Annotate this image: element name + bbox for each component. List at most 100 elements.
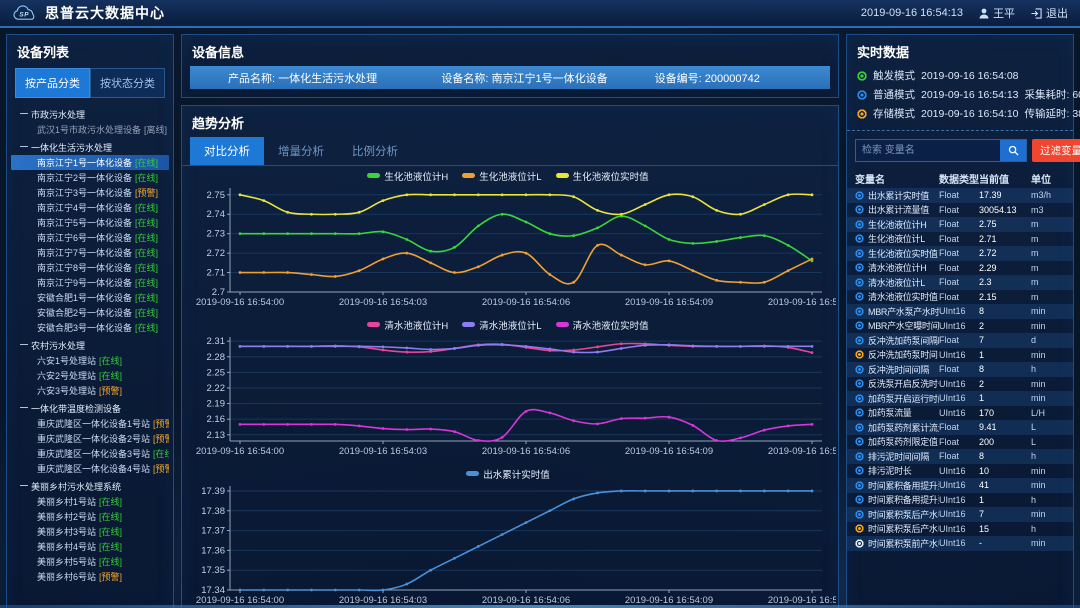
device-item[interactable]: 美丽乡村4号站[在线] (11, 539, 169, 554)
table-row[interactable]: 出水累计流量值Float30054.13m3 (847, 203, 1073, 218)
row-status-icon (855, 350, 864, 359)
table-row[interactable]: 清水池液位计HFloat2.29m (847, 261, 1073, 276)
device-item[interactable]: 重庆武隆区一体化设备2号站[预警] (11, 431, 169, 446)
collapse-icon[interactable] (20, 109, 26, 120)
variable-value-cell: 1 (979, 350, 1031, 360)
device-item[interactable]: 六安2号处理站[在线] (11, 368, 169, 383)
svg-text:2019-09-16 16:54:06: 2019-09-16 16:54:06 (482, 446, 570, 457)
device-item[interactable]: 南京江宁7号一体化设备[在线] (11, 245, 169, 260)
table-row[interactable]: 时间累积备用提升泵时UInt161h (847, 493, 1073, 508)
table-row[interactable]: 排污泥时长UInt1610min (847, 464, 1073, 479)
legend-label: 出水累计实时值 (483, 467, 550, 481)
device-item[interactable]: 南京江宁6号一体化设备[在线] (11, 230, 169, 245)
filter-variables-button[interactable]: 过滤变量 (1032, 139, 1080, 162)
legend-item[interactable]: 出水累计实时值 (466, 467, 550, 481)
table-row[interactable]: MBR产水空曝时间分UInt162min (847, 319, 1073, 334)
column-header-2: 数据类型 (939, 171, 979, 186)
device-item[interactable]: 美丽乡村6号站[预警] (11, 569, 169, 584)
table-row[interactable]: 出水累计实时值Float17.39m3/h (847, 188, 1073, 203)
device-item[interactable]: 美丽乡村3号站[在线] (11, 524, 169, 539)
variable-type-cell: UInt16 (939, 379, 979, 389)
device-item[interactable]: 南京江宁9号一体化设备[在线] (11, 275, 169, 290)
device-item-label: 六安3号处理站 (37, 384, 96, 397)
logout-button[interactable]: 退出 (1031, 5, 1068, 21)
collapse-icon[interactable] (20, 142, 26, 153)
trend-tab-3[interactable]: 比例分析 (338, 137, 412, 165)
device-item[interactable]: 南京江宁4号一体化设备[在线] (11, 200, 169, 215)
device-item[interactable]: 美丽乡村1号站[在线] (11, 494, 169, 509)
table-row[interactable]: 生化池液位计HFloat2.75m (847, 217, 1073, 232)
sidebar-tabs: 按产品分类按状态分类 (15, 68, 165, 98)
table-row[interactable]: 生化池液位计LFloat2.71m (847, 232, 1073, 247)
trend-panel: 趋势分析 对比分析增量分析比例分析 生化池液位计H生化池液位计L生化池液位实时值… (181, 105, 839, 608)
device-item[interactable]: 六安3号处理站[预警] (11, 383, 169, 398)
device-item[interactable]: 南京江宁5号一体化设备[在线] (11, 215, 169, 230)
table-row[interactable]: 时间累积备用提升泵分UInt1641min (847, 478, 1073, 493)
device-item[interactable]: 南京江宁1号一体化设备[在线] (11, 155, 169, 170)
mode-label: 存储模式 (873, 106, 915, 121)
table-row[interactable]: 排污泥时间间隔Float8h (847, 449, 1073, 464)
legend-dot-icon (367, 322, 380, 327)
svg-text:17.39: 17.39 (201, 486, 225, 497)
device-item[interactable]: 南京江宁3号一体化设备[预警] (11, 185, 169, 200)
table-row[interactable]: MBR产水泵产水时间分UInt168min (847, 304, 1073, 319)
table-row[interactable]: 反冲洗时间间隔Float8h (847, 362, 1073, 377)
mode-time: 2019-09-16 16:54:08 (921, 70, 1019, 82)
legend-label: 清水池液位计L (479, 318, 541, 332)
table-row[interactable]: 反冲洗加药泵间隔时间Float7d (847, 333, 1073, 348)
device-item[interactable]: 安徽合肥2号一体化设备[在线] (11, 305, 169, 320)
search-button[interactable] (1000, 140, 1026, 161)
device-item[interactable]: 武汉1号市政污水处理设备[离线] (11, 122, 169, 137)
variable-unit-cell: m (1031, 234, 1065, 244)
device-item[interactable]: 重庆武隆区一体化设备3号站[在线] (11, 446, 169, 461)
collapse-icon[interactable] (20, 403, 26, 414)
table-row[interactable]: 生化池液位实时值Float2.72m (847, 246, 1073, 261)
table-row[interactable]: 加药泵药剂累计流量Float9.41L (847, 420, 1073, 435)
device-item[interactable]: 六安1号处理站[在线] (11, 353, 169, 368)
tree-group-header[interactable]: 美丽乡村污水处理系统 (11, 478, 169, 494)
table-row[interactable]: 清水池液位实时值Float2.15m (847, 290, 1073, 305)
legend-item[interactable]: 生化池液位计L (462, 169, 541, 183)
collapse-icon[interactable] (20, 481, 26, 492)
legend-item[interactable]: 清水池液位实时值 (556, 318, 649, 332)
device-item[interactable]: 安徽合肥1号一体化设备[在线] (11, 290, 169, 305)
variable-name-cell: 排污泥时间间隔 (855, 450, 939, 463)
device-item[interactable]: 美丽乡村2号站[在线] (11, 509, 169, 524)
legend-item[interactable]: 生化池液位实时值 (556, 169, 649, 183)
sidebar-tab-2[interactable]: 按状态分类 (90, 68, 165, 98)
trend-tab-1[interactable]: 对比分析 (190, 137, 264, 165)
device-item[interactable]: 南京江宁2号一体化设备[在线] (11, 170, 169, 185)
mode-label: 普通模式 (873, 87, 915, 102)
user-menu[interactable]: 王平 (979, 5, 1015, 21)
tree-group-header[interactable]: 一体化生活污水处理 (11, 139, 169, 155)
table-row[interactable]: 时间累积泵后产水电动阀时UInt1615h (847, 522, 1073, 537)
trend-tab-2[interactable]: 增量分析 (264, 137, 338, 165)
table-row[interactable]: 反冲洗加药泵时间UInt161min (847, 348, 1073, 363)
collapse-icon[interactable] (20, 340, 26, 351)
tree-group-header[interactable]: 一体化带温度检测设备 (11, 400, 169, 416)
table-row[interactable]: 清水池液位计LFloat2.3m (847, 275, 1073, 290)
device-item[interactable]: 安徽合肥3号一体化设备[在线] (11, 320, 169, 335)
legend-item[interactable]: 生化池液位计H (367, 169, 448, 183)
device-status-badge: [在线] (99, 495, 122, 508)
device-list-panel: 设备列表 按产品分类按状态分类 市政污水处理武汉1号市政污水处理设备[离线]一体… (6, 34, 174, 608)
variable-name-cell: 加药泵流量 (855, 406, 939, 419)
device-item[interactable]: 南京江宁8号一体化设备[在线] (11, 260, 169, 275)
table-row[interactable]: 时间累积泵后产水电动阀分UInt167min (847, 507, 1073, 522)
table-row[interactable]: 加药泵流量UInt16170L/H (847, 406, 1073, 421)
device-item[interactable]: 重庆武隆区一体化设备1号站[预警] (11, 416, 169, 431)
tree-group-label: 美丽乡村污水处理系统 (31, 480, 121, 493)
row-status-icon (855, 234, 864, 243)
tree-group-header[interactable]: 市政污水处理 (11, 106, 169, 122)
legend-item[interactable]: 清水池液位计L (462, 318, 541, 332)
legend-item[interactable]: 清水池液位计H (367, 318, 448, 332)
table-row[interactable]: 时间累积泵前产水电动阀分UInt16-min (847, 536, 1073, 551)
search-input[interactable] (856, 140, 1000, 161)
table-row[interactable]: 加药泵药剂限定值Float200L (847, 435, 1073, 450)
device-item[interactable]: 重庆武隆区一体化设备4号站[预警] (11, 461, 169, 476)
table-row[interactable]: 加药泵开启运行时间UInt161min (847, 391, 1073, 406)
device-item[interactable]: 美丽乡村5号站[在线] (11, 554, 169, 569)
tree-group-header[interactable]: 农村污水处理 (11, 337, 169, 353)
sidebar-tab-1[interactable]: 按产品分类 (15, 68, 90, 98)
table-row[interactable]: 反洗泵开启反洗时长UInt162min (847, 377, 1073, 392)
